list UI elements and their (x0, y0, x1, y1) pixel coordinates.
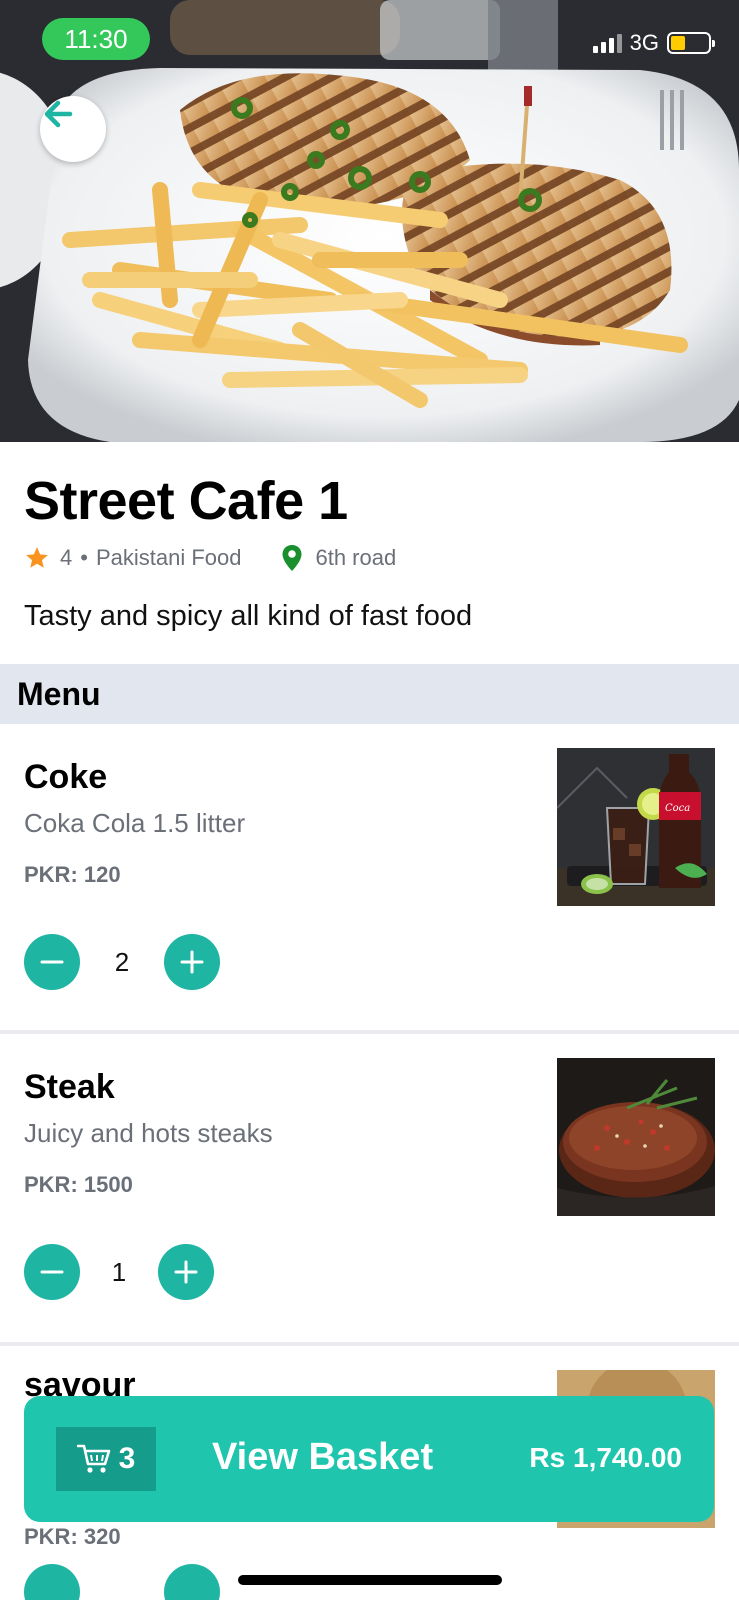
rating-value: 4 (60, 545, 73, 570)
location[interactable]: 6th road (281, 544, 396, 572)
item-price: PKR: 1500 (24, 1172, 133, 1197)
increase-button[interactable] (164, 1564, 220, 1600)
minus-icon (40, 960, 64, 964)
restaurant-name: Street Cafe 1 (24, 471, 348, 531)
item-price: PKR: 120 (24, 862, 121, 887)
decrease-button[interactable] (24, 1564, 80, 1600)
quantity-stepper: 2 (24, 934, 220, 990)
back-arrow-icon (44, 100, 73, 128)
item-name: Coke (24, 758, 108, 796)
home-indicator[interactable] (238, 1575, 502, 1585)
star-icon (26, 547, 48, 568)
hero-image: 11:30 3G (0, 0, 739, 442)
quantity-value: 1 (111, 1256, 127, 1287)
minus-icon (40, 1270, 64, 1274)
meta-separator: • (80, 545, 88, 570)
back-button[interactable] (40, 96, 106, 162)
cart-count-badge: 3 (56, 1427, 156, 1491)
cart-count: 3 (118, 1442, 136, 1475)
item-image-coke: Coca (557, 748, 715, 906)
increase-button[interactable] (158, 1244, 214, 1300)
plus-icon (180, 950, 204, 974)
restaurant-description: Tasty and spicy all kind of fast food (24, 600, 473, 632)
decrease-button[interactable] (24, 934, 80, 990)
item-description: Juicy and hots steaks (24, 1118, 273, 1148)
signal-icon (592, 33, 622, 53)
item-description: Coka Cola 1.5 litter (24, 808, 246, 838)
network-type: 3G (629, 30, 659, 55)
restaurant-meta: 4 • Pakistani Food 6th road (24, 544, 396, 572)
battery-icon (667, 32, 715, 54)
quantity-value: 2 (114, 946, 130, 977)
view-basket-label: View Basket (212, 1436, 434, 1478)
location-pin-icon (282, 545, 302, 571)
decrease-button[interactable] (24, 1244, 80, 1300)
menu-item-steak[interactable]: Steak Juicy and hots steaks PKR: 1500 1 (0, 1034, 739, 1340)
basket-total: Rs 1,740.00 (529, 1442, 682, 1473)
plus-icon (174, 1260, 198, 1284)
view-basket-button[interactable]: 3 View Basket Rs 1,740.00 (24, 1396, 714, 1522)
item-name: Steak (24, 1068, 115, 1106)
item-price: PKR: 320 (24, 1524, 121, 1549)
item-image-steak (557, 1058, 715, 1216)
increase-button[interactable] (164, 934, 220, 990)
cart-icon (76, 1444, 110, 1473)
location-label: 6th road (315, 545, 397, 570)
menu-item-coke[interactable]: Coke Coka Cola 1.5 litter PKR: 120 Coca (0, 724, 739, 1030)
status-icons: 3G (592, 30, 715, 56)
svg-text:Coca: Coca (665, 803, 690, 814)
quantity-stepper (24, 1564, 220, 1600)
status-time: 11:30 (42, 18, 150, 60)
cuisine-label: Pakistani Food (95, 545, 242, 570)
food-photo (0, 0, 739, 442)
menu-heading: Menu (0, 664, 739, 724)
quantity-stepper: 1 (24, 1244, 214, 1300)
